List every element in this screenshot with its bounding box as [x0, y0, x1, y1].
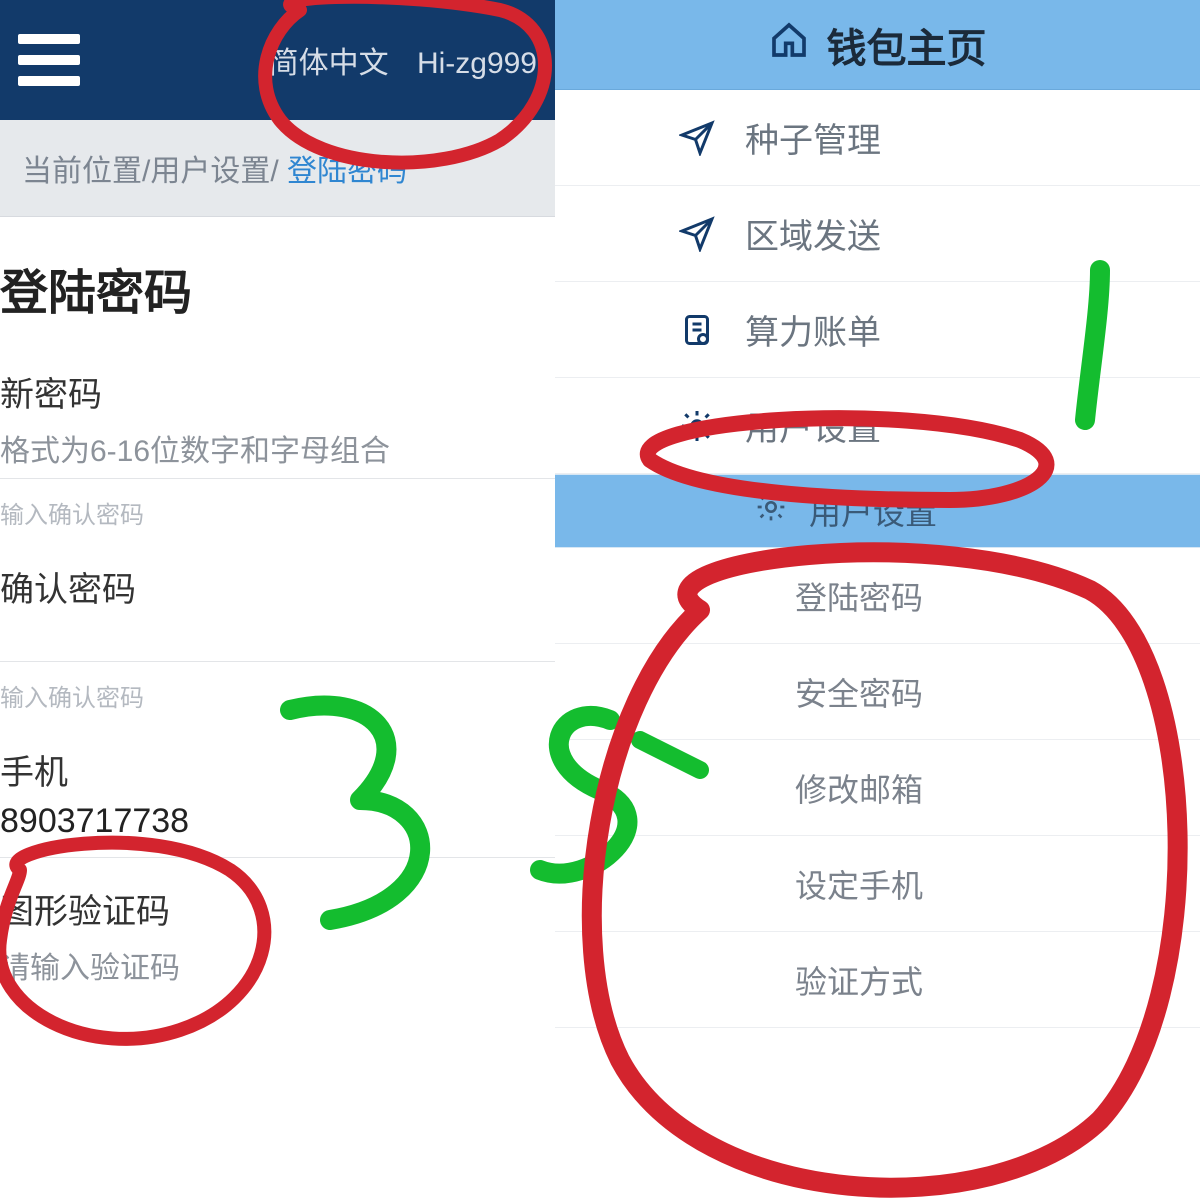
menu-label: 种子管理	[745, 113, 881, 162]
phone-field: 手机 8903717738	[0, 719, 555, 858]
menu-label: 算力账单	[745, 305, 881, 354]
sub-item-security-password[interactable]: 安全密码	[555, 644, 1200, 740]
phone-label: 手机	[0, 741, 555, 798]
main-menu: 种子管理 区域发送 算力账单 用户设置	[555, 90, 1200, 474]
left-screenshot: 简体中文 Hi-zg999 当前位置/用户设置/ 登陆密码 登陆密码 新密码 格…	[0, 0, 555, 1200]
sub-item-verify-method[interactable]: 验证方式	[555, 932, 1200, 1028]
app-header: 简体中文 Hi-zg999	[0, 0, 555, 120]
gear-icon	[675, 404, 719, 448]
new-password-field: 新密码 格式为6-16位数字和字母组合 输入确认密码	[0, 341, 555, 536]
wallet-home-header[interactable]: 钱包主页	[555, 0, 1200, 90]
new-password-hint: 输入确认密码	[0, 479, 555, 536]
confirm-password-label: 确认密码	[0, 558, 555, 615]
captcha-label: 图形验证码	[0, 880, 555, 937]
menu-item-seed-manage[interactable]: 种子管理	[555, 90, 1200, 186]
send-icon	[675, 116, 719, 160]
phone-value: 8903717738	[0, 798, 555, 851]
confirm-password-field: 确认密码 输入确认密码	[0, 536, 555, 719]
page-title: 登陆密码	[0, 217, 555, 341]
breadcrumb-current: 登陆密码	[287, 155, 407, 188]
menu-item-user-settings[interactable]: 用户设置	[555, 378, 1200, 474]
header-right: 简体中文 Hi-zg999	[249, 38, 537, 82]
sub-item-set-phone[interactable]: 设定手机	[555, 836, 1200, 932]
captcha-field: 图形验证码 请输入验证码	[0, 858, 555, 989]
send-icon	[675, 212, 719, 256]
language-selector[interactable]: 简体中文	[269, 47, 389, 80]
sub-item-login-password[interactable]: 登陆密码	[555, 548, 1200, 644]
menu-item-hashrate-bill[interactable]: 算力账单	[555, 282, 1200, 378]
user-greeting[interactable]: Hi-zg999	[417, 47, 537, 80]
breadcrumb-path[interactable]: 当前位置/用户设置/	[22, 155, 287, 188]
gear-icon	[755, 491, 787, 531]
menu-label: 区域发送	[745, 209, 881, 258]
password-rule-text: 格式为6-16位数字和字母组合	[0, 420, 555, 472]
hamburger-menu-icon[interactable]	[18, 34, 80, 86]
settings-submenu: 登陆密码 安全密码 修改邮箱 设定手机 验证方式	[555, 548, 1200, 1028]
new-password-label: 新密码	[0, 363, 555, 420]
menu-label: 用户设置	[745, 401, 881, 450]
bill-icon	[675, 308, 719, 352]
user-settings-subheader[interactable]: 用户设置	[555, 474, 1200, 548]
wallet-home-title: 钱包主页	[827, 16, 987, 74]
subheader-label: 用户设置	[809, 488, 937, 534]
confirm-password-hint: 输入确认密码	[0, 662, 555, 719]
captcha-input[interactable]: 请输入验证码	[0, 937, 555, 989]
breadcrumb: 当前位置/用户设置/ 登陆密码	[0, 120, 555, 217]
sub-item-change-email[interactable]: 修改邮箱	[555, 740, 1200, 836]
home-icon	[769, 20, 809, 70]
menu-item-area-send[interactable]: 区域发送	[555, 186, 1200, 282]
right-screenshot: 钱包主页 种子管理 区域发送 算力账单	[555, 0, 1200, 1200]
